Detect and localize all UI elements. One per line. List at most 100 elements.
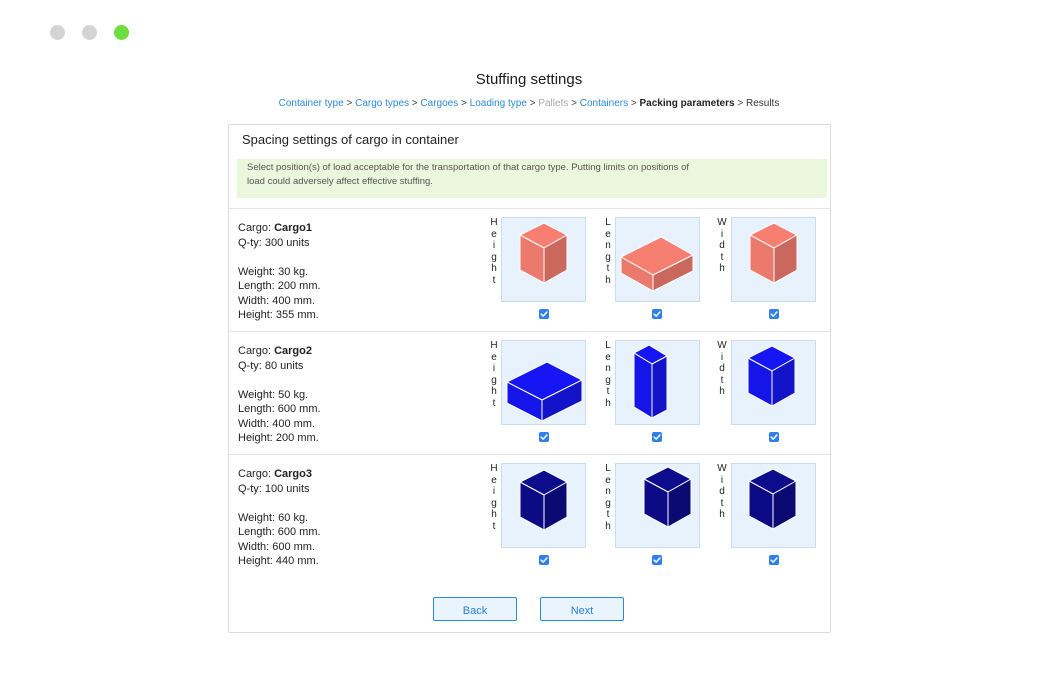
orientation-label-letter: e [491,474,497,486]
orientation-label-letter: h [605,520,611,532]
cargo-height: Height: 440 mm. [238,555,319,567]
orientation-checkbox-width[interactable] [769,555,779,565]
orientation-label-letter: d [719,486,725,497]
orientation-label-letter: h [491,263,497,274]
orientation-checkbox-length[interactable] [652,555,662,565]
window-close-button[interactable] [50,25,65,40]
cargo-name-line: Cargo: Cargo3 [238,467,321,482]
cargo-box-icon [643,466,692,528]
orientation-label-letter: h [491,386,497,397]
orientation-checkbox-width[interactable] [769,309,779,319]
checkmark-icon [540,557,548,563]
orientation-label-letter: t [606,509,610,520]
cargo-box-icon [749,222,798,284]
checkmark-icon [653,557,661,563]
cargo-box-icon [620,236,694,292]
box-face-right [651,355,668,419]
orientation-label-letter: d [719,240,725,251]
breadcrumb-item[interactable]: Container type [279,98,344,109]
orientation-preview-width [731,463,816,548]
cargo-label: Cargo: [238,222,275,234]
orientation-label-letter: H [490,217,498,228]
breadcrumb-separator: > [628,98,640,109]
orientation-preview-width [731,340,816,425]
breadcrumb-separator: > [734,98,746,109]
orientation-checkbox-height[interactable] [539,555,549,565]
cargo-info: Cargo: Cargo1 Q-ty: 300 units Weight: 30 k… [238,221,321,323]
orientation-label-height: Height [489,340,499,409]
orientation-label-letter: t [492,520,496,532]
checkmark-icon [770,311,778,317]
orientation-preview-height [501,217,586,302]
info-note-line: Select position(s) of load acceptable fo… [247,162,689,173]
breadcrumb-item[interactable]: Containers [580,98,628,109]
orientation-label-letter: t [720,497,724,509]
orientation-preview-width [731,217,816,302]
orientation-checkbox-length[interactable] [652,432,662,442]
orientation-label-letter: h [605,274,611,286]
panel-heading: Spacing settings of cargo in container [242,132,459,147]
back-button[interactable]: Back [433,597,517,621]
window-maximize-button[interactable] [114,25,129,40]
orientation-checkbox-height[interactable] [539,432,549,442]
cargo-label: Cargo: [238,345,275,357]
orientation-label-letter: n [605,363,611,374]
cargo-length: Length: 600 mm. [238,526,321,538]
orientation-label-letter: h [719,386,725,397]
orientation-label-letter: e [491,351,497,363]
orientation-label-letter: t [492,274,496,286]
breadcrumb-item[interactable]: Loading type [470,98,527,109]
cargo-width: Width: 400 mm. [238,417,316,430]
orientation-label-width: Width [717,463,727,521]
orientation-label-letter: t [492,397,496,409]
orientation-label-letter: H [490,340,498,351]
orientation-label-letter: t [720,374,724,386]
info-note-line: load could adversely affect effective st… [247,175,433,187]
orientation-checkbox-length[interactable] [652,309,662,319]
cargo-box-icon [633,344,668,419]
qty-value: 300 units [264,236,310,249]
orientation-label-letter: L [605,463,611,474]
qty-value: 100 units [264,482,310,495]
orientation-label-letter: W [717,340,727,351]
orientation-label-length: Length [603,463,613,532]
breadcrumb-item[interactable]: Cargoes [420,98,458,109]
page-title: Stuffing settings [475,71,583,88]
breadcrumb-item: Pallets [538,98,569,109]
cargo-weight: Weight: 50 kg. [238,388,309,401]
cargo-weight: Weight: 60 kg. [238,511,309,524]
orientation-preview-length [615,217,700,302]
orientation-checkbox-width[interactable] [769,432,779,442]
row-divider [229,208,830,209]
orientation-label-letter: L [605,340,611,351]
orientation-label-letter: g [605,251,611,263]
orientation-label-letter: g [605,374,611,386]
next-button[interactable]: Next [540,597,624,621]
cargo-name: Cargo2 [274,345,312,357]
orientation-preview-height [501,463,586,548]
cargo-width: Width: 400 mm. [238,294,316,307]
window-minimize-button[interactable] [82,25,97,40]
qty-label: Q-ty: [238,482,265,495]
checkmark-icon [770,557,778,563]
cargo-qty-line: Q-ty: 80 units [238,359,321,374]
orientation-label-length: Length [603,217,613,286]
orientation-label-letter: e [605,351,611,363]
cargo-box-icon [748,468,797,530]
cargo-weight: Weight: 30 kg. [238,265,309,278]
orientation-label-letter: i [720,351,724,363]
breadcrumb-item[interactable]: Cargo types [355,98,409,109]
checkmark-icon [653,311,661,317]
cargo-box-icon [519,469,568,531]
orientation-label-letter: i [720,474,724,486]
orientation-label-letter: g [491,497,497,509]
orientation-label-letter: h [719,509,725,520]
orientation-label-letter: t [606,386,610,397]
orientation-label-letter: h [491,509,497,520]
box-face-left [633,352,653,419]
orientation-label-letter: d [719,363,725,374]
breadcrumb-separator: > [526,98,539,109]
orientation-label-letter: H [490,463,498,474]
orientation-checkbox-height[interactable] [539,309,549,319]
